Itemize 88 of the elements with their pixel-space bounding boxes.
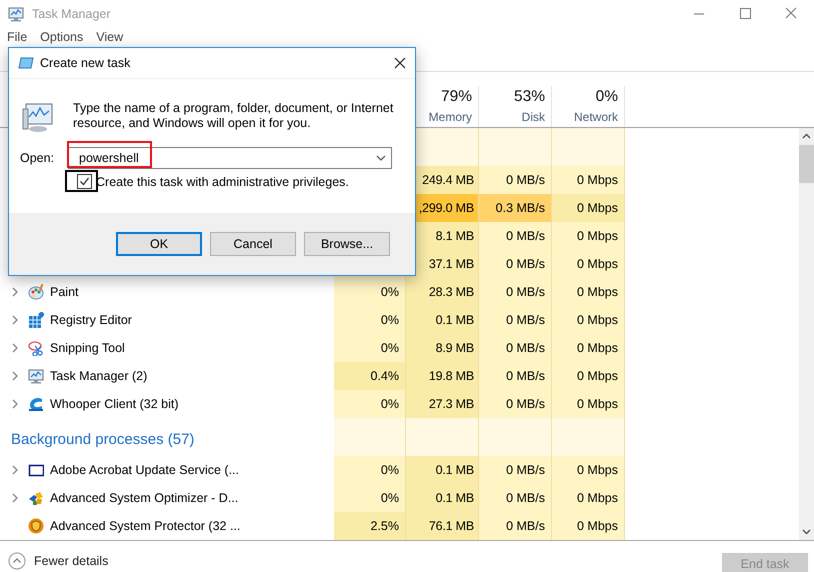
table-cell: 28.3 MB <box>406 278 479 306</box>
table-cell: 0 Mbps <box>552 166 625 194</box>
chevron-icon[interactable] <box>11 371 19 381</box>
scissors-icon <box>28 340 44 356</box>
window-title: Task Manager <box>32 7 112 21</box>
menu-item[interactable]: View <box>96 30 124 44</box>
process-name: Registry Editor <box>50 313 132 327</box>
table-cell: 19.8 MB <box>406 362 479 390</box>
menu-item[interactable]: Options <box>40 30 84 44</box>
monitor-icon <box>28 368 44 384</box>
table-cell: 0 Mbps <box>552 222 625 250</box>
group-heading: Background processes (57) <box>10 430 194 448</box>
menu-item[interactable]: File <box>7 30 28 44</box>
process-name: Snipping Tool <box>50 341 125 355</box>
open-label: Open: <box>20 151 56 165</box>
table-cell: 0 MB/s <box>479 222 552 250</box>
chevron-icon[interactable] <box>11 493 19 503</box>
fewer-details-link[interactable]: Fewer details <box>34 554 108 568</box>
run-icon <box>18 57 34 69</box>
table-cell: 76.1 MB <box>406 512 479 540</box>
table-cell: 0 MB/s <box>479 456 552 484</box>
table-cell: 0 Mbps <box>552 512 625 540</box>
computer-icon <box>22 101 54 133</box>
table-cell: 0% <box>334 456 406 484</box>
swirl-icon <box>28 396 44 412</box>
table-cell: 0% <box>334 278 406 306</box>
table-cell: 0 Mbps <box>552 484 625 512</box>
dialog-message: Type the name of a program, folder, document, or Internet resource, and Windows will open it for you. <box>73 101 394 131</box>
shield-icon <box>28 518 44 534</box>
table-cell: 0.1 MB <box>406 484 479 512</box>
process-name: Adobe Acrobat Update Service (... <box>50 463 239 477</box>
flag-icon <box>28 490 44 506</box>
caret-icon[interactable] <box>376 155 386 161</box>
column-header[interactable]: 53% Disk <box>479 86 552 127</box>
window-icon <box>28 462 44 478</box>
table-cell: 0 Mbps <box>552 194 625 222</box>
scrollbar-thumb[interactable] <box>799 145 814 183</box>
table-cell: 0.3 MB/s <box>479 194 552 222</box>
task-manager-icon <box>8 6 24 22</box>
table-cell: 0 Mbps <box>552 334 625 362</box>
dialog-title: Create new task <box>40 56 132 70</box>
dialog-button[interactable]: Browse... <box>304 232 390 256</box>
table-cell: 0 MB/s <box>479 166 552 194</box>
scrollbar-track[interactable] <box>799 128 814 540</box>
table-cell: 0 MB/s <box>479 250 552 278</box>
chevron-icon[interactable] <box>11 343 19 353</box>
table-cell: 8.9 MB <box>406 334 479 362</box>
table-cell: 0 MB/s <box>479 484 552 512</box>
table-cell: 0.4% <box>334 362 406 390</box>
process-name: Task Manager (2) <box>50 369 148 383</box>
table-cell: 0 MB/s <box>479 512 552 540</box>
column-header[interactable]: 0% Network <box>552 86 625 127</box>
table-cell: 0.1 MB <box>406 306 479 334</box>
table-cell: 0% <box>334 390 406 418</box>
chevron-up-icon[interactable] <box>8 552 26 570</box>
table-cell: 0 Mbps <box>552 456 625 484</box>
chevron-icon[interactable] <box>11 287 19 297</box>
table-cell: 27.3 MB <box>406 390 479 418</box>
process-name: Advanced System Protector (32 ... <box>50 519 240 533</box>
table-cell: 0% <box>334 306 406 334</box>
chevron-icon[interactable] <box>11 315 19 325</box>
table-cell: 0 Mbps <box>552 250 625 278</box>
admin-checkbox[interactable] <box>77 174 92 189</box>
table-cell: 0 MB/s <box>479 278 552 306</box>
dialog-button[interactable]: OK <box>116 232 202 256</box>
open-field[interactable]: powershell <box>68 147 392 169</box>
chevron-icon[interactable] <box>11 399 19 409</box>
table-cell: 0.1 MB <box>406 456 479 484</box>
process-name: Advanced System Optimizer - D... <box>50 491 238 505</box>
table-cell: 0 Mbps <box>552 306 625 334</box>
process-name: Paint <box>50 285 78 299</box>
close-icon[interactable] <box>394 57 406 69</box>
palette-icon <box>28 284 44 300</box>
dialog-button[interactable]: Cancel <box>210 232 296 256</box>
grid-icon <box>28 312 44 328</box>
table-cell: 0% <box>334 484 406 512</box>
chevron-icon[interactable] <box>11 465 19 475</box>
table-cell: 0 Mbps <box>552 390 625 418</box>
table-cell <box>334 418 406 456</box>
table-cell: 0 MB/s <box>479 334 552 362</box>
table-cell: 0 Mbps <box>552 362 625 390</box>
table-cell: 0 MB/s <box>479 306 552 334</box>
process-name: Whooper Client (32 bit) <box>50 397 179 411</box>
table-cell: 0 MB/s <box>479 362 552 390</box>
table-cell: 0 MB/s <box>479 390 552 418</box>
table-cell: 0 Mbps <box>552 278 625 306</box>
table-cell: 2.5% <box>334 512 406 540</box>
table-cell: 0% <box>334 334 406 362</box>
